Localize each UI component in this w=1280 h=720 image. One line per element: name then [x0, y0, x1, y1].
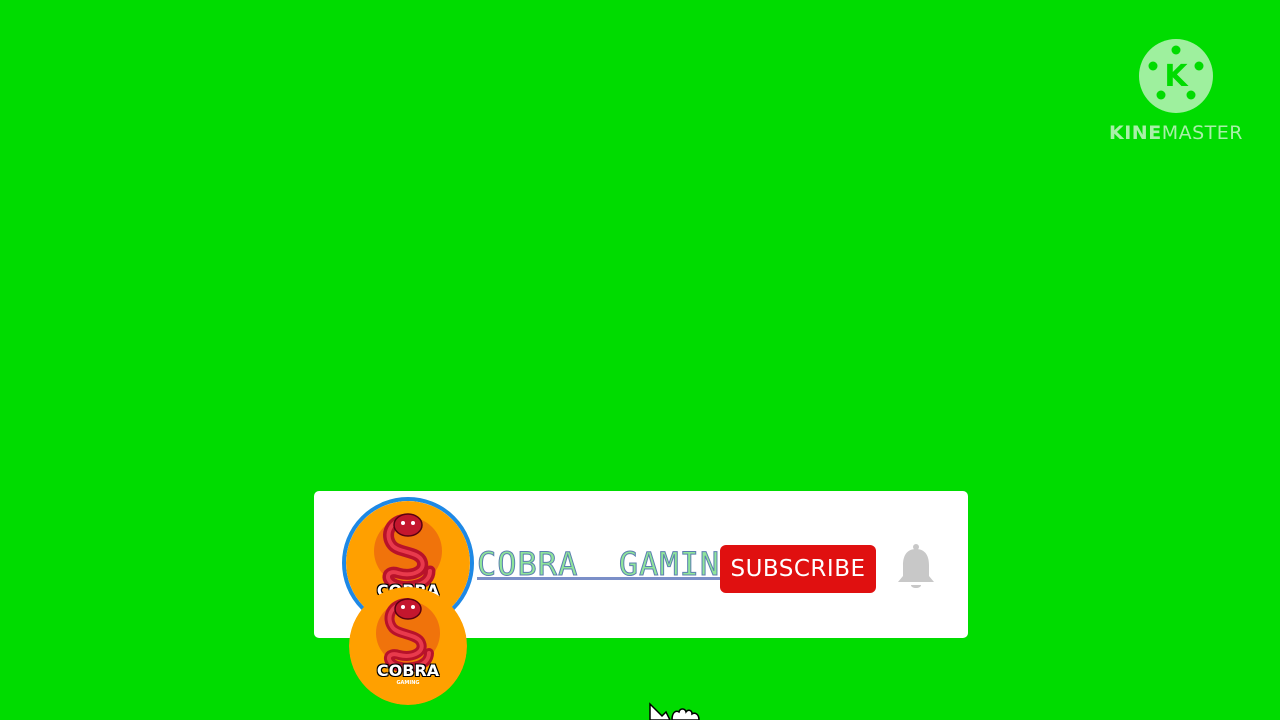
kinemaster-wordmark: KINEMASTER: [1108, 122, 1244, 144]
avatar-label: COBRA: [376, 661, 440, 680]
subscribe-button[interactable]: SUBSCRIBE: [720, 545, 876, 593]
channel-name-link[interactable]: COBRA GAMING: [476, 544, 740, 584]
avatar-sublabel: GAMING: [396, 680, 420, 686]
kinemaster-watermark: K KINEMASTER: [1108, 38, 1244, 144]
wordmark-prefix: KINE: [1109, 122, 1162, 144]
kinemaster-logo-icon: K: [1138, 38, 1214, 114]
green-screen-stage: K KINEMASTER COBRA GAMING COBRA GAMING S…: [0, 0, 1280, 720]
cobra-snake-icon: [349, 587, 467, 705]
notification-bell-icon[interactable]: [895, 543, 937, 593]
wordmark-suffix: MASTER: [1161, 122, 1243, 144]
kinemaster-logo-letter: K: [1164, 59, 1189, 94]
falling-avatar: COBRA GAMING: [349, 587, 467, 705]
hand-pointer-icon: [646, 702, 704, 720]
